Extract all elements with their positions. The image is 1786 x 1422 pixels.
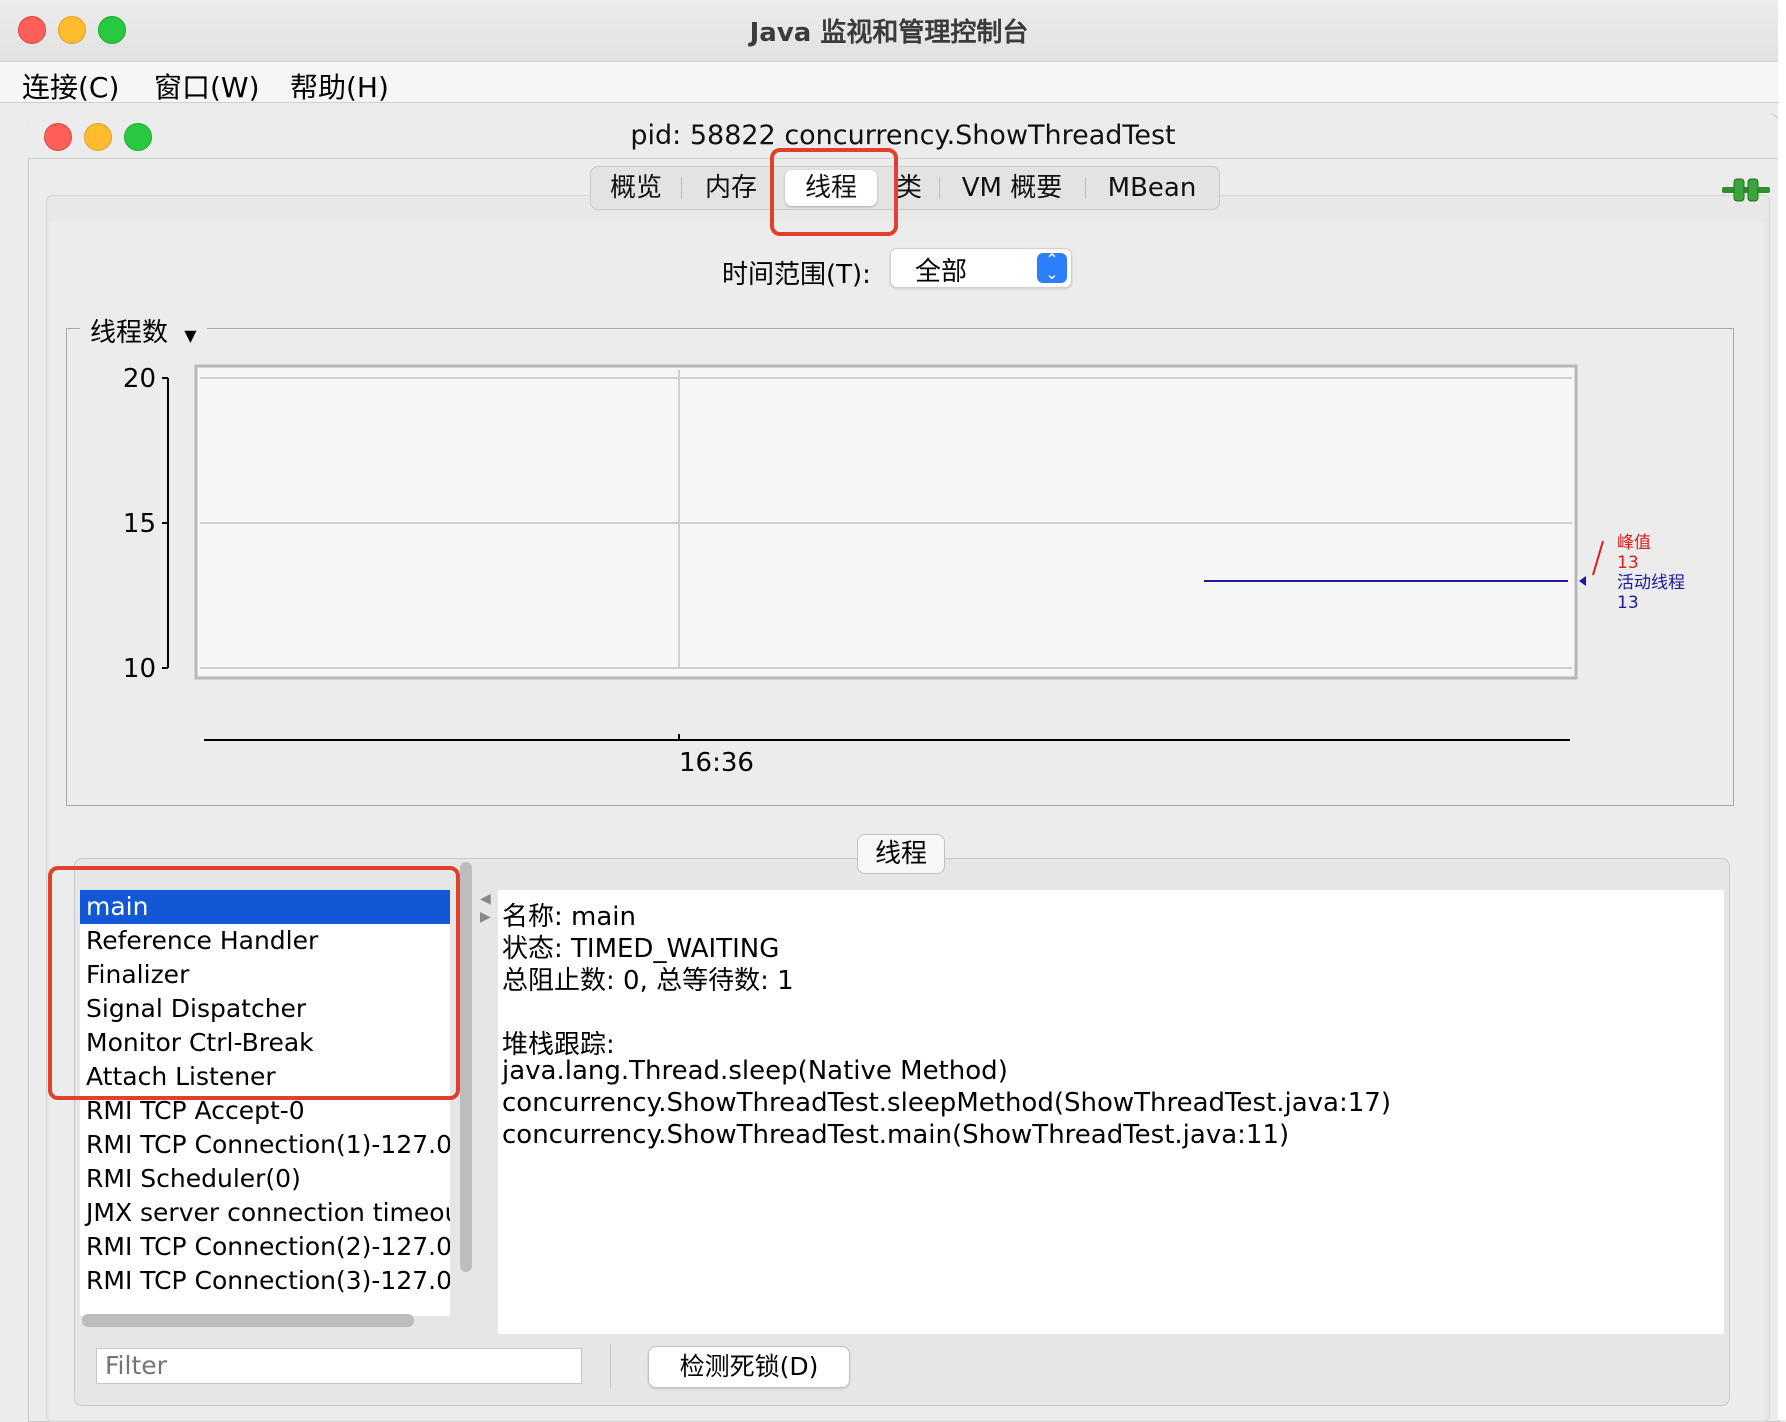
expand-right-icon[interactable]: ▶ [480, 909, 491, 925]
time-range-label: 时间范围(T): [722, 260, 871, 290]
thread-list-vscrollbar[interactable] [460, 862, 472, 1272]
chart-legend: 峰值13活动线程13 [1579, 533, 1685, 613]
detect-deadlock-button[interactable]: 检测死锁(D) [648, 1346, 850, 1388]
legend-peak-value: 13 [1617, 553, 1639, 573]
threads-tab-highlight [770, 148, 898, 236]
peak-marker [1592, 540, 1604, 576]
y-axis: 20 15 10 [123, 364, 169, 684]
legend-peak-label: 峰值 [1617, 533, 1651, 553]
collapse-left-icon[interactable]: ◀ [480, 891, 491, 907]
thread-list-item[interactable]: RMI TCP Connection(1)-127.0.0.1 [80, 1128, 450, 1162]
thread-list-highlight [48, 866, 460, 1100]
bottom-divider [610, 1344, 611, 1388]
tab-mbean[interactable]: MBean [1087, 167, 1217, 209]
threads-panel-caption: 线程 [857, 834, 945, 874]
tab-vm-summary[interactable]: VM 概要 [941, 167, 1083, 209]
time-range-value: 全部 [915, 257, 968, 287]
time-range-select[interactable]: 全部 ⌃ ⌄ [890, 248, 1072, 288]
stack-frame: concurrency.ShowThreadTest.main(ShowThre… [502, 1120, 1290, 1150]
y-tick-label: 20 [123, 364, 156, 394]
menu-connection[interactable]: 连接(C) [22, 66, 119, 106]
thread-counts: 总阻止数: 0, 总等待数: 1 [502, 966, 794, 996]
active-threads-marker [1579, 576, 1586, 586]
x-tick-label: 16:36 [679, 748, 754, 778]
x-axis: 16:36 [204, 734, 1570, 778]
menu-help[interactable]: 帮助(H) [290, 66, 389, 106]
thread-count-chart: 201510 16:36 峰值13活动线程13 [123, 364, 1685, 778]
tab-overview[interactable]: 概览 [591, 167, 681, 209]
menu-window[interactable]: 窗口(W) [154, 66, 260, 106]
stepper-icon: ⌃ ⌄ [1037, 252, 1067, 283]
stack-frame: java.lang.Thread.sleep(Native Method) [502, 1056, 1008, 1086]
menu-bar: 连接(C) 窗口(W) 帮助(H) [0, 62, 1778, 106]
thread-detail-pane: 名称: main 状态: TIMED_WAITING 总阻止数: 0, 总等待数… [498, 890, 1724, 1334]
thread-filter-input[interactable] [96, 1348, 582, 1384]
legend-active-label: 活动线程 [1617, 573, 1685, 593]
connection-title: pid: 58822 concurrency.ShowThreadTest [630, 120, 1176, 151]
app-window-title: Java 监视和管理控制台 [749, 18, 1029, 48]
tab-bar: 概览 内存 线程 类 VM 概要 MBean [590, 166, 1220, 210]
stack-frame: concurrency.ShowThreadTest.sleepMethod(S… [502, 1088, 1391, 1118]
thread-list-item[interactable]: RMI TCP Connection(3)-127.0.0.1 [80, 1264, 450, 1298]
y-tick-label: 10 [123, 654, 156, 684]
connection-status-icon [1722, 178, 1770, 202]
background-strip [1778, 0, 1786, 1420]
thread-list-item[interactable]: JMX server connection timeout 1 [80, 1196, 450, 1230]
split-divider[interactable]: ◀ ▶ [480, 890, 491, 926]
tab-memory[interactable]: 内存 [683, 167, 779, 209]
thread-list-item[interactable]: RMI Scheduler(0) [80, 1162, 450, 1196]
legend-active-value: 13 [1617, 593, 1639, 613]
thread-list-hscrollbar[interactable] [82, 1314, 414, 1327]
thread-list-item[interactable]: RMI TCP Connection(2)-127.0.0.1 [80, 1230, 450, 1264]
y-tick-label: 15 [123, 509, 156, 539]
